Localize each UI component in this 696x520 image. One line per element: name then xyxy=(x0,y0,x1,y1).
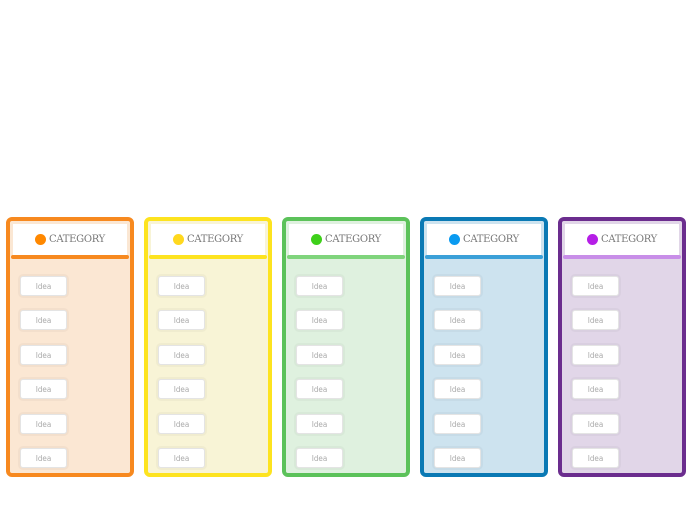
category-title: CATEGORY xyxy=(325,234,381,245)
idea-card[interactable]: Idea xyxy=(158,310,205,330)
idea-card[interactable]: Idea xyxy=(158,414,205,434)
idea-card[interactable]: Idea xyxy=(296,379,343,399)
category-board: CATEGORY Idea Idea Idea Idea Idea Idea CATEGO… xyxy=(0,0,696,520)
idea-card[interactable]: Idea xyxy=(434,379,481,399)
idea-card[interactable]: Idea xyxy=(572,379,619,399)
idea-card[interactable]: Idea xyxy=(434,310,481,330)
idea-card[interactable]: Idea xyxy=(296,310,343,330)
idea-card[interactable]: Idea xyxy=(572,345,619,365)
category-underline xyxy=(563,255,681,259)
category-header[interactable]: CATEGORY xyxy=(427,224,541,255)
category-title: CATEGORY xyxy=(187,234,243,245)
category-dot-icon xyxy=(311,234,323,245)
category-underline xyxy=(287,255,405,259)
idea-card[interactable]: Idea xyxy=(296,276,343,296)
category-underline xyxy=(425,255,543,259)
category-column[interactable]: CATEGORY Idea Idea Idea Idea Idea Idea xyxy=(420,217,548,477)
idea-card[interactable]: Idea xyxy=(296,448,343,468)
idea-card[interactable]: Idea xyxy=(572,276,619,296)
category-header[interactable]: CATEGORY xyxy=(289,224,403,255)
category-column[interactable]: CATEGORY Idea Idea Idea Idea Idea Idea xyxy=(144,217,272,477)
idea-card[interactable]: Idea xyxy=(20,414,67,434)
category-dot-icon xyxy=(173,234,185,245)
idea-card[interactable]: Idea xyxy=(158,276,205,296)
idea-card[interactable]: Idea xyxy=(434,276,481,296)
idea-card[interactable]: Idea xyxy=(20,379,67,399)
idea-card[interactable]: Idea xyxy=(158,345,205,365)
idea-card[interactable]: Idea xyxy=(572,414,619,434)
idea-card[interactable]: Idea xyxy=(572,310,619,330)
category-column[interactable]: CATEGORY Idea Idea Idea Idea Idea Idea xyxy=(282,217,410,477)
idea-card[interactable]: Idea xyxy=(296,414,343,434)
idea-card[interactable]: Idea xyxy=(20,276,67,296)
category-header[interactable]: CATEGORY xyxy=(13,224,127,255)
category-dot-icon xyxy=(35,234,47,245)
idea-card[interactable]: Idea xyxy=(434,414,481,434)
category-title: CATEGORY xyxy=(49,234,105,245)
category-underline xyxy=(11,255,129,259)
category-header[interactable]: CATEGORY xyxy=(151,224,265,255)
idea-card[interactable]: Idea xyxy=(296,345,343,365)
category-dot-icon xyxy=(449,234,461,245)
category-title: CATEGORY xyxy=(463,234,519,245)
category-column[interactable]: CATEGORY Idea Idea Idea Idea Idea Idea xyxy=(558,217,686,477)
idea-card[interactable]: Idea xyxy=(434,448,481,468)
category-title: CATEGORY xyxy=(601,234,657,245)
idea-card[interactable]: Idea xyxy=(158,448,205,468)
category-underline xyxy=(149,255,267,259)
idea-card[interactable]: Idea xyxy=(20,310,67,330)
idea-card[interactable]: Idea xyxy=(20,345,67,365)
category-column[interactable]: CATEGORY Idea Idea Idea Idea Idea Idea xyxy=(6,217,134,477)
category-dot-icon xyxy=(587,234,599,245)
idea-card[interactable]: Idea xyxy=(158,379,205,399)
idea-card[interactable]: Idea xyxy=(434,345,481,365)
category-header[interactable]: CATEGORY xyxy=(565,224,679,255)
idea-card[interactable]: Idea xyxy=(20,448,67,468)
idea-card[interactable]: Idea xyxy=(572,448,619,468)
